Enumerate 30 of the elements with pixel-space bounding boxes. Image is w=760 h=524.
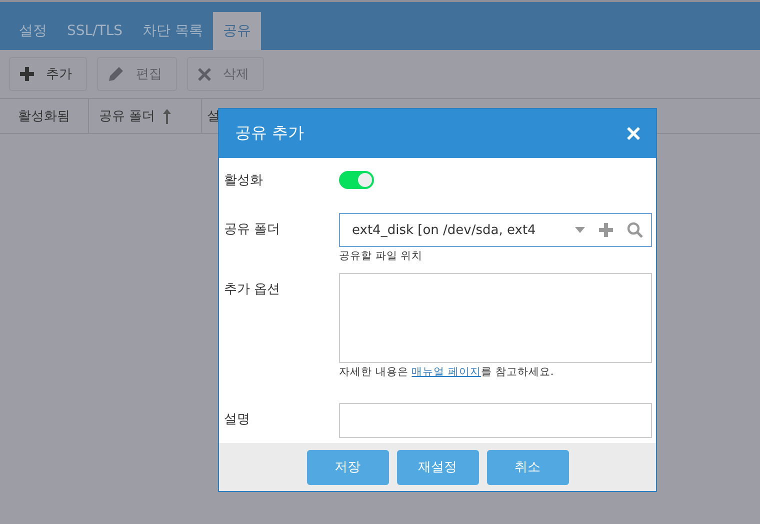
dialog-button[interactable]: 취소 bbox=[486, 450, 568, 484]
field-hint: 공유할 파일 위치 bbox=[339, 249, 424, 263]
field-label: 공유 폴더 bbox=[224, 221, 282, 239]
dialog-button[interactable]: 저장 bbox=[306, 450, 388, 484]
dialog-button[interactable]: 재설정 bbox=[396, 450, 478, 484]
column-header[interactable]: 설 bbox=[202, 99, 220, 133]
field-label: 활성화 bbox=[224, 172, 264, 190]
pencil-icon bbox=[108, 66, 124, 82]
folder-select[interactable]: ext4_disk [on /dev/sda, ext4 bbox=[339, 213, 652, 247]
plus-icon bbox=[20, 67, 34, 81]
column-header[interactable]: 활성화됨 bbox=[0, 99, 89, 133]
close-icon bbox=[198, 68, 211, 80]
field-label: 설명 bbox=[224, 411, 251, 429]
tab[interactable]: 차단 목록 bbox=[132, 12, 213, 50]
plus-icon[interactable] bbox=[599, 223, 613, 237]
dialog-title: 공유 추가 bbox=[235, 123, 304, 144]
toolbar-button[interactable]: 추가 bbox=[9, 57, 87, 91]
toggle-switch[interactable] bbox=[339, 171, 374, 189]
description-field[interactable] bbox=[339, 403, 652, 438]
tab[interactable]: 공유 bbox=[212, 12, 261, 50]
field-label: 추가 옵션 bbox=[224, 281, 282, 299]
column-header[interactable]: 공유 폴더 bbox=[89, 99, 202, 133]
caret-icon bbox=[575, 227, 585, 233]
tab[interactable]: SSL/TLS bbox=[57, 12, 133, 50]
options-textarea[interactable] bbox=[339, 273, 652, 363]
manual-link[interactable]: 매뉴얼 페이지 bbox=[412, 366, 482, 378]
tab[interactable]: 설정 bbox=[9, 12, 57, 50]
field-hint: 자세한 내용은 매뉴얼 페이지 를 참고하세요. bbox=[339, 365, 555, 379]
search-icon[interactable] bbox=[627, 222, 643, 238]
close-icon[interactable] bbox=[627, 127, 640, 140]
